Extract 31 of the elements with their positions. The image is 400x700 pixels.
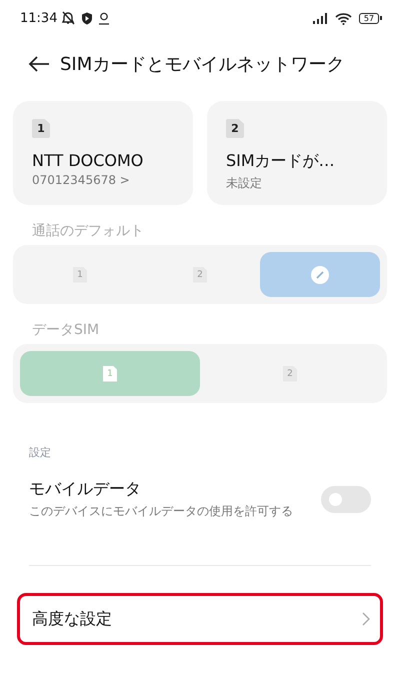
- wifi-icon: [335, 12, 352, 24]
- battery-icon: 57: [359, 12, 382, 24]
- toggle-switch[interactable]: [321, 486, 371, 513]
- sim-card[interactable]: 1 NTT DOCOMO 07012345678 >: [13, 101, 193, 205]
- signal-icon: [313, 12, 330, 24]
- shield-icon: [81, 12, 94, 24]
- sim-slot-badge: 2: [226, 119, 244, 138]
- ask-option[interactable]: [260, 252, 380, 297]
- person-icon: [98, 12, 110, 24]
- setting-description: このデバイスにモバイルデータの使用を許可する: [29, 503, 294, 520]
- page-title: SIMカードとモバイルネットワーク: [60, 53, 344, 76]
- carrier-name: NTT DOCOMO: [32, 151, 144, 170]
- section-label: 通話のデフォルト: [31, 222, 145, 241]
- sim-option[interactable]: 1: [20, 351, 200, 396]
- setting-title: モバイルデータ: [29, 479, 142, 500]
- sim-option[interactable]: 2: [140, 252, 260, 297]
- settings-link[interactable]: 高度な設定: [17, 593, 383, 645]
- sim-slot-badge: 1: [32, 119, 50, 138]
- clock: 11:34: [20, 10, 58, 26]
- section-heading: 設定: [29, 445, 52, 460]
- back-button[interactable]: [28, 56, 50, 72]
- section-label: データSIM: [31, 321, 100, 340]
- phone-number: 07012345678 >: [32, 173, 130, 187]
- sim-option[interactable]: 1: [20, 252, 140, 297]
- sim-option[interactable]: 2: [200, 351, 380, 396]
- chevron-icon: [362, 612, 370, 626]
- muted-bell-icon: [61, 11, 76, 25]
- phone-number: 未設定: [226, 175, 262, 192]
- sim-card[interactable]: 2 SIMカードが… 未設定: [207, 101, 387, 205]
- carrier-name: SIMカードが…: [226, 151, 335, 172]
- pencil-icon: [311, 266, 329, 284]
